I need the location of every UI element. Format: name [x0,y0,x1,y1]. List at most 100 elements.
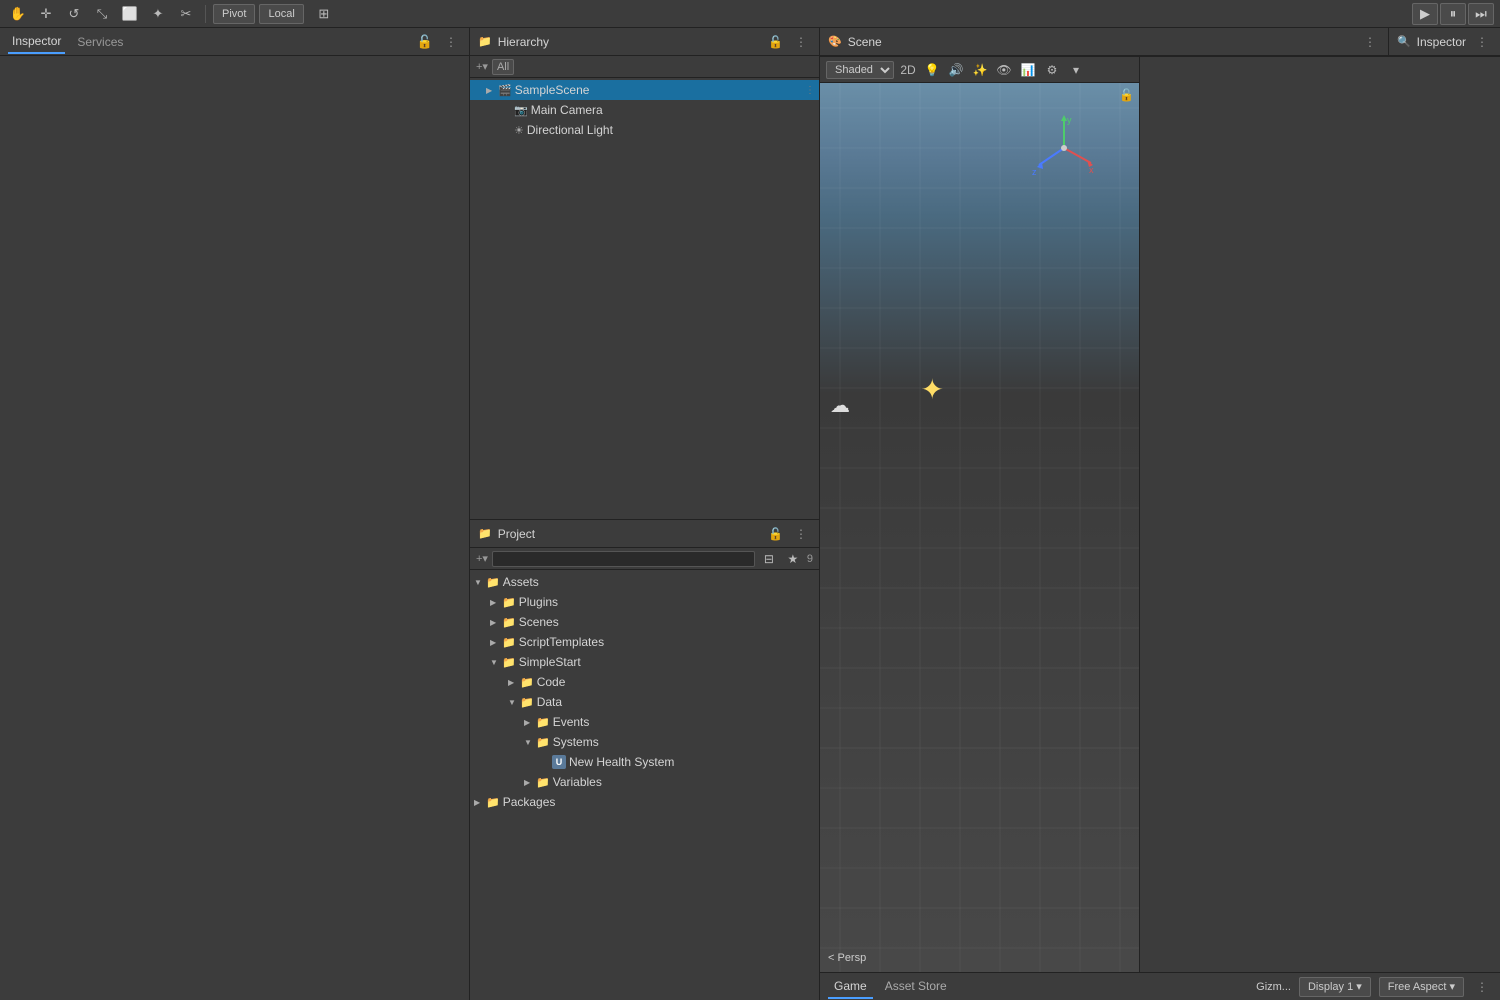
hand-tool-btn[interactable]: ✋ [6,3,30,25]
svg-text:y: y [1067,115,1072,125]
hierarchy-scene-item[interactable]: ▶ 🎬 SampleScene ⋮ [470,80,819,100]
project-systems-item[interactable]: ▼ 📁 Systems [470,732,819,752]
lighting-btn[interactable]: 💡 [922,60,942,80]
lock-icon[interactable]: 🔓 [417,34,433,50]
hierarchy-lock-btn[interactable]: 🔓 [764,33,787,51]
aspect-select-btn[interactable]: Free Aspect ▾ [1379,977,1464,997]
gizmos-btn[interactable]: ⚙ [1042,60,1062,80]
asset-store-tab-btn[interactable]: Asset Store [879,975,953,999]
game-tab-bar: Game Asset Store Gizm... Display 1 ▾ Fre… [820,972,1500,1000]
scene-more-btn[interactable]: ⋮ [1360,33,1380,51]
hierarchy-all-tag[interactable]: All [492,59,514,75]
inspector-right-more-btn[interactable]: ⋮ [1472,33,1492,51]
hierarchy-more-btn[interactable]: ⋮ [791,33,811,51]
pause-btn[interactable]: ⏸ [1440,3,1466,25]
shading-select[interactable]: Shaded [826,61,894,79]
hidden-btn[interactable]: 👁 [994,60,1014,80]
packages-arrow: ▶ [474,798,484,807]
project-variables-item[interactable]: ▶ 📁 Variables [470,772,819,792]
project-title: Project [498,527,535,541]
left-panel-tabs: Inspector Services 🔓 ⋮ [0,28,469,56]
variables-folder-icon: 📁 [536,776,550,789]
game-more-btn[interactable]: ⋮ [1472,978,1492,996]
grid-btn[interactable]: ⊞ [312,3,336,25]
hierarchy-title: Hierarchy [498,35,549,49]
scale-tool-btn[interactable]: ⤡ [90,3,114,25]
project-simplestart-item[interactable]: ▼ 📁 SimpleStart [470,652,819,672]
inspector-right-content [1140,57,1500,972]
rotate-tool-btn[interactable]: ↺ [62,3,86,25]
game-tab-btn[interactable]: Game [828,975,873,999]
pivot-btn[interactable]: Pivot [213,4,255,24]
hierarchy-search-bar: +▾ All [470,56,819,78]
axis-gizmo: y x z [1029,113,1099,183]
audio-btn[interactable]: 🔊 [946,60,966,80]
systems-arrow: ▼ [524,738,534,747]
project-newhealthsystem-item[interactable]: U New Health System [470,752,819,772]
custom-tool-btn[interactable]: ✂ [174,3,198,25]
assets-arrow: ▼ [474,578,484,587]
assets-label: Assets [503,575,539,589]
play-controls: ▶ ⏸ ⏭ [1412,3,1494,25]
right-panels: 🎨 Scene ⋮ 🔍 Inspector ⋮ Shaded [820,28,1500,1000]
project-search-input[interactable] [492,551,755,567]
project-content[interactable]: ▼ 📁 Assets ▶ 📁 Plugins ▶ 📁 Scenes [470,570,819,1000]
nhs-label: New Health System [569,755,674,769]
stats-btn[interactable]: 📊 [1018,60,1038,80]
packages-label: Packages [503,795,556,809]
project-lock-btn[interactable]: 🔓 [764,525,787,543]
svg-text:x: x [1089,165,1094,175]
scripttemplates-label: ScriptTemplates [519,635,604,649]
more-btn[interactable]: ⋮ [441,33,461,51]
local-btn[interactable]: Local [259,4,303,24]
svg-text:z: z [1032,167,1037,177]
project-scripttemplates-item[interactable]: ▶ 📁 ScriptTemplates [470,632,819,652]
scene-panel: Shaded 2D 💡 🔊 ✨ 👁 📊 ⚙ ▾ [820,57,1140,972]
fx-btn[interactable]: ✨ [970,60,990,80]
project-events-item[interactable]: ▶ 📁 Events [470,712,819,732]
project-starred-btn[interactable]: ★ [783,549,803,569]
center-panels: 📁 Hierarchy 🔓 ⋮ +▾ All ▶ 🎬 SampleScene [470,28,820,1000]
move-tool-btn[interactable]: ✛ [34,3,58,25]
light-icon: ☀ [514,124,524,137]
project-folder-icon: 📁 [478,527,492,540]
project-packages-item[interactable]: ▶ 📁 Packages [470,792,819,812]
inspector-left-content [0,56,469,1000]
2d-btn[interactable]: 2D [898,60,918,80]
rect-tool-btn[interactable]: ⬜ [118,3,142,25]
project-more-btn[interactable]: ⋮ [791,525,811,543]
project-code-item[interactable]: ▶ 📁 Code [470,672,819,692]
project-panel: 📁 Project 🔓 ⋮ +▾ ⊟ ★ 9 ▼ 📁 Assets [470,520,819,1000]
scene-more-icon[interactable]: ⋮ [805,85,815,96]
nhs-u-icon: U [552,755,566,769]
project-add-btn[interactable]: +▾ [476,552,488,565]
assets-folder-icon: 📁 [486,576,500,589]
tab-inspector[interactable]: Inspector [8,30,65,54]
step-btn[interactable]: ⏭ [1468,3,1494,25]
transform-tool-btn[interactable]: ✦ [146,3,170,25]
project-plugins-item[interactable]: ▶ 📁 Plugins [470,592,819,612]
hierarchy-content[interactable]: ▶ 🎬 SampleScene ⋮ 📷 Main Camera ☀ [470,78,819,519]
project-data-item[interactable]: ▼ 📁 Data [470,692,819,712]
project-assets-item[interactable]: ▼ 📁 Assets [470,572,819,592]
simplestart-label: SimpleStart [519,655,581,669]
project-scenes-item[interactable]: ▶ 📁 Scenes [470,612,819,632]
data-label: Data [537,695,562,709]
display-select-btn[interactable]: Display 1 ▾ [1299,977,1371,997]
scene-tab-title[interactable]: Scene [848,35,882,49]
inspector-right-header: 🔍 Inspector ⋮ [1389,28,1500,56]
project-filter-btn[interactable]: ⊟ [759,549,779,569]
packages-folder-icon: 📁 [486,796,500,809]
tab-services[interactable]: Services [73,31,127,53]
scene-viewport[interactable]: ✦ ☁ y x [820,83,1139,972]
scene-lock-btn[interactable]: 🔓 [1119,88,1134,102]
scene-tab-icon: 🎨 [828,35,842,48]
hierarchy-camera-item[interactable]: 📷 Main Camera [470,100,819,120]
systems-label: Systems [553,735,599,749]
hierarchy-light-item[interactable]: ☀ Directional Light [470,120,819,140]
hierarchy-header: 📁 Hierarchy 🔓 ⋮ [470,28,819,56]
events-folder-icon: 📁 [536,716,550,729]
play-btn[interactable]: ▶ [1412,3,1438,25]
hierarchy-add-btn[interactable]: +▾ [476,60,488,73]
more-scene-btn[interactable]: ▾ [1066,60,1086,80]
